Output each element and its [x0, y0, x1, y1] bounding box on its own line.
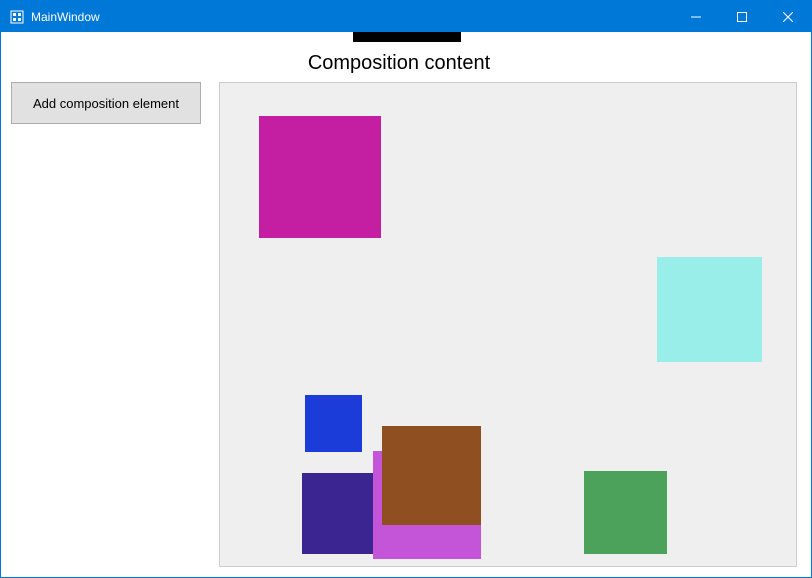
composition-square[interactable] [259, 116, 381, 238]
composition-square[interactable] [657, 257, 762, 362]
window-title: MainWindow [31, 10, 100, 24]
page-heading: Composition content [1, 52, 797, 75]
composition-square[interactable] [584, 471, 667, 554]
add-composition-button[interactable]: Add composition element [11, 82, 201, 124]
composition-square[interactable] [305, 395, 362, 452]
app-window: MainWindow Composition content Add compo… [0, 0, 812, 578]
titlebar: MainWindow [1, 1, 811, 32]
composition-canvas[interactable] [219, 82, 797, 567]
minimize-button[interactable] [673, 1, 719, 32]
close-button[interactable] [765, 1, 811, 32]
client-area: Composition content Add composition elem… [1, 32, 811, 577]
composition-square[interactable] [382, 426, 481, 525]
maximize-button[interactable] [719, 1, 765, 32]
top-dark-strip [353, 32, 461, 42]
app-icon [9, 9, 25, 25]
add-composition-button-label: Add composition element [33, 96, 179, 111]
composition-square[interactable] [302, 473, 383, 554]
